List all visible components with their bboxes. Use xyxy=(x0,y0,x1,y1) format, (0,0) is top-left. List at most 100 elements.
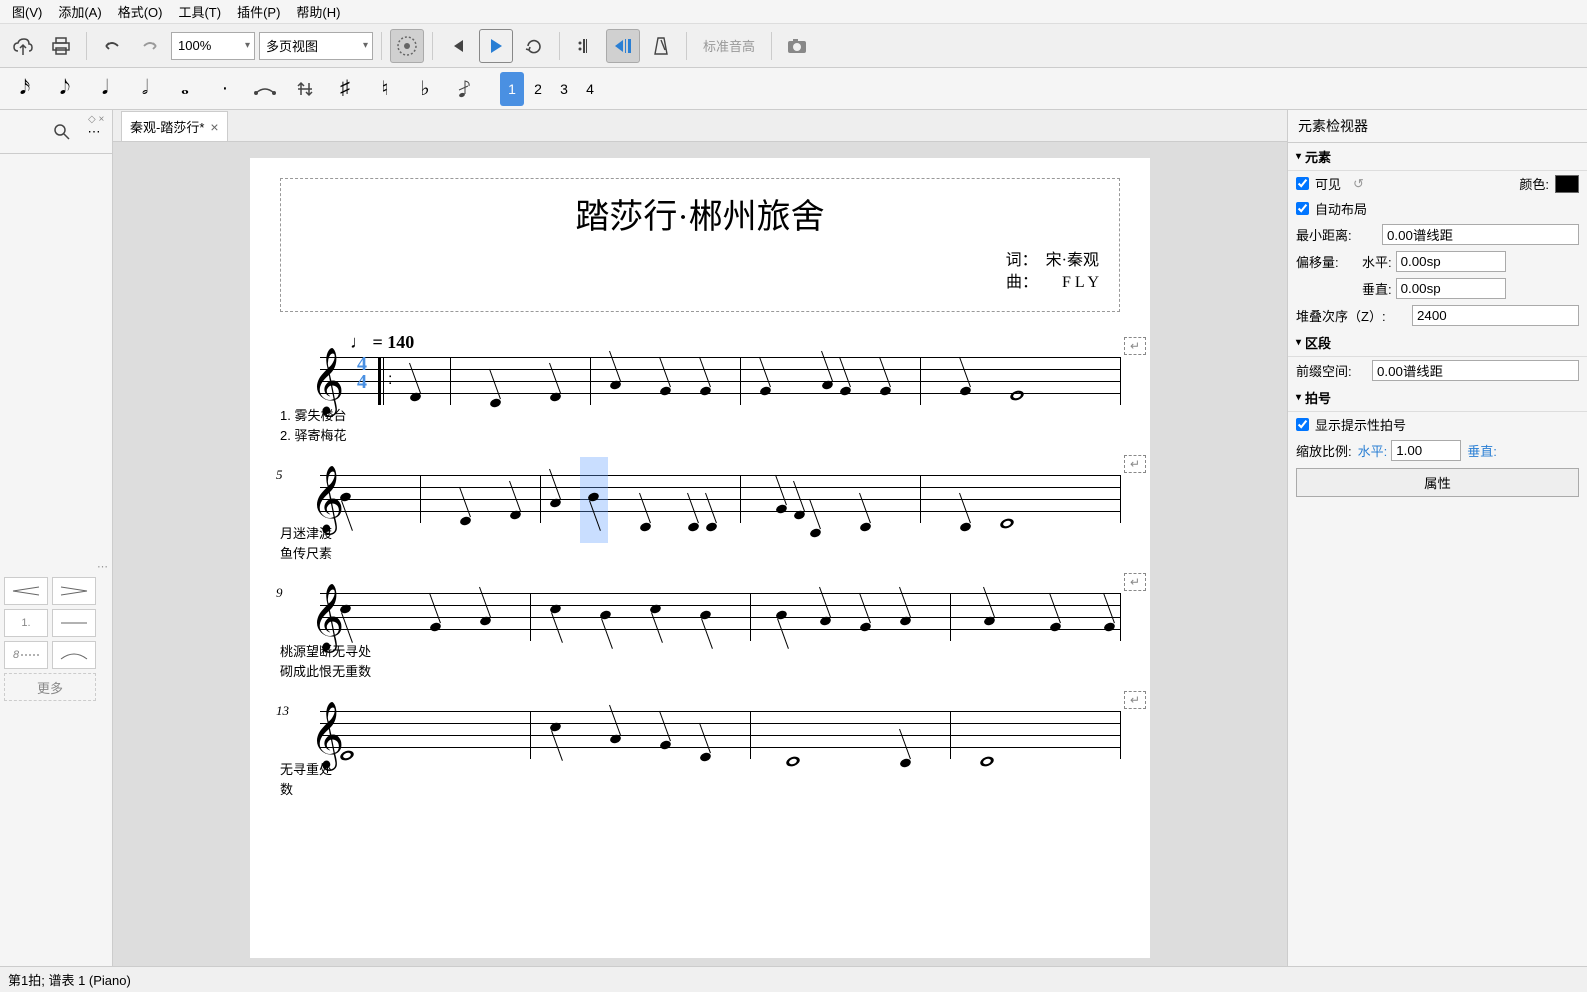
lyric-syllable[interactable]: 花 xyxy=(334,428,347,443)
menu-format[interactable]: 格式(O) xyxy=(110,0,171,23)
lyric-syllable[interactable]: 无 xyxy=(332,664,345,679)
lyric-syllable[interactable]: 1. 雾 xyxy=(280,408,307,423)
play-button[interactable] xyxy=(479,29,513,63)
lyric-syllable[interactable]: 失 xyxy=(307,408,320,423)
lyric-syllable[interactable]: 重 xyxy=(345,664,358,679)
lyric-syllable[interactable]: 恨 xyxy=(319,664,332,679)
flat-icon[interactable]: ♭ xyxy=(406,72,444,106)
lyric-syllable[interactable]: 无 xyxy=(332,644,345,659)
section-element[interactable]: 元素 xyxy=(1288,143,1587,171)
lyric-syllable[interactable]: 月 xyxy=(280,526,293,541)
flip-icon[interactable] xyxy=(286,72,324,106)
half-note-icon[interactable]: 𝅗𝅥 xyxy=(126,72,164,106)
lyric-syllable[interactable]: 台 xyxy=(334,408,347,423)
reset-icon[interactable]: ↺ xyxy=(1353,176,1364,192)
staff-system-1[interactable]: ↵ 𝄞 44 : xyxy=(280,357,1120,445)
lyric-syllable[interactable]: 砌 xyxy=(280,664,293,679)
menu-add[interactable]: 添加(A) xyxy=(50,0,109,23)
lyric-syllable[interactable]: 梅 xyxy=(320,428,333,443)
lyric-syllable[interactable]: 处 xyxy=(358,644,371,659)
staff-system-2[interactable]: 5 ↵ 𝄞 xyxy=(280,475,1120,563)
lyric-syllable[interactable]: 无 xyxy=(280,762,293,777)
autolayout-checkbox[interactable] xyxy=(1296,202,1309,215)
palette-menu-icon[interactable]: ⋯ xyxy=(4,560,108,573)
palette-line[interactable] xyxy=(52,609,96,637)
close-tab-icon[interactable]: × xyxy=(210,119,218,135)
lyric-syllable[interactable]: 渡 xyxy=(319,526,332,541)
offset-h-input[interactable] xyxy=(1396,251,1506,272)
score-title[interactable]: 踏莎行·郴州旅舍 xyxy=(301,189,1099,238)
lyric-syllable[interactable]: 寄 xyxy=(307,428,320,443)
lyric-syllable[interactable]: 桃 xyxy=(280,644,293,659)
lyric-syllable[interactable]: 楼 xyxy=(320,408,333,423)
view-mode-combo[interactable]: 多页视图 xyxy=(259,32,373,60)
lyric-syllable[interactable]: 数 xyxy=(358,664,371,679)
system-break-icon[interactable]: ↵ xyxy=(1124,691,1146,709)
sixteenth-note-icon[interactable]: 𝅘𝅥𝅯 xyxy=(6,72,44,106)
staff-system-4[interactable]: 13 ↵ 𝄞 xyxy=(280,711,1120,799)
natural-icon[interactable]: ♮ xyxy=(366,72,404,106)
staff-system-3[interactable]: 9 ↵ 𝄞 xyxy=(280,593,1120,681)
menu-help[interactable]: 帮助(H) xyxy=(288,0,348,23)
lyric-syllable[interactable]: 断 xyxy=(319,644,332,659)
tempo-marking[interactable]: ♩ = 140 xyxy=(350,332,1120,353)
eighth-note-icon[interactable]: 𝅘𝅥𝅮 xyxy=(46,72,84,106)
lyric-syllable[interactable]: 迷 xyxy=(293,526,306,541)
lyric-syllable[interactable]: 寻 xyxy=(293,762,306,777)
lyric-syllable[interactable]: 津 xyxy=(306,526,319,541)
voice-2-button[interactable]: 2 xyxy=(526,72,550,106)
undo-icon[interactable] xyxy=(95,29,129,63)
system-break-icon[interactable]: ↵ xyxy=(1124,573,1146,591)
leading-input[interactable] xyxy=(1372,360,1579,381)
menu-tools[interactable]: 工具(T) xyxy=(170,0,229,23)
lyric-syllable[interactable]: 尺 xyxy=(306,546,319,561)
rewind-icon[interactable] xyxy=(441,29,475,63)
section-timesig[interactable]: 拍号 xyxy=(1288,384,1587,412)
lyric-syllable[interactable]: 源 xyxy=(293,644,306,659)
scale-h-input[interactable] xyxy=(1391,440,1461,461)
palette-8va[interactable]: 8 xyxy=(4,641,48,669)
quarter-note-icon[interactable]: 𝅘𝅥 xyxy=(86,72,124,106)
repeat-start-icon[interactable] xyxy=(568,29,602,63)
palette-dim[interactable] xyxy=(52,577,96,605)
courtesy-checkbox[interactable] xyxy=(1296,418,1309,431)
dot-icon[interactable]: · xyxy=(206,72,244,106)
menu-plugins[interactable]: 插件(P) xyxy=(229,0,288,23)
document-tab[interactable]: 秦观-踏莎行* × xyxy=(121,111,228,141)
min-distance-input[interactable] xyxy=(1382,224,1579,245)
lyric-syllable[interactable]: 寻 xyxy=(345,644,358,659)
lyric-syllable[interactable]: 数 xyxy=(280,782,293,797)
voice-1-button[interactable]: 1 xyxy=(500,72,524,106)
whole-note-icon[interactable]: 𝅝 xyxy=(166,72,204,106)
voice-4-button[interactable]: 4 xyxy=(578,72,602,106)
lyric-syllable[interactable]: 重 xyxy=(306,762,319,777)
lyric-syllable[interactable]: 望 xyxy=(306,644,319,659)
menu-view[interactable]: 图(V) xyxy=(4,0,50,23)
panel-controls[interactable]: ◇ × xyxy=(88,114,104,125)
zoom-combo[interactable]: 100% xyxy=(171,32,255,60)
lyric-syllable[interactable]: 此 xyxy=(306,664,319,679)
palette-cresc[interactable] xyxy=(4,577,48,605)
score-page[interactable]: 踏莎行·郴州旅舍 词： 宋·秦观 曲： F L Y ♩ = 140 ↵ 𝄞 44 xyxy=(250,158,1150,958)
properties-button[interactable]: 属性 xyxy=(1296,468,1579,497)
mixer-icon[interactable] xyxy=(390,29,424,63)
search-icon[interactable] xyxy=(48,118,76,146)
lyric-syllable[interactable]: 鱼 xyxy=(280,546,293,561)
sharp-icon[interactable]: ♯ xyxy=(326,72,364,106)
zorder-input[interactable] xyxy=(1412,305,1579,326)
redo-icon[interactable] xyxy=(133,29,167,63)
time-signature[interactable]: 44 xyxy=(354,355,370,391)
palette-slur[interactable] xyxy=(52,641,96,669)
loop-icon[interactable] xyxy=(517,29,551,63)
lyric-syllable[interactable]: 素 xyxy=(319,546,332,561)
tie-icon[interactable] xyxy=(246,72,284,106)
section-segment[interactable]: 区段 xyxy=(1288,329,1587,357)
camera-icon[interactable] xyxy=(780,29,814,63)
print-icon[interactable] xyxy=(44,29,78,63)
lyric-syllable[interactable]: 传 xyxy=(293,546,306,561)
offset-v-input[interactable] xyxy=(1396,278,1506,299)
color-swatch[interactable] xyxy=(1555,175,1579,193)
cloud-icon[interactable] xyxy=(6,29,40,63)
palette-volta[interactable]: 1. xyxy=(4,609,48,637)
palette-more-button[interactable]: 更多 xyxy=(4,673,96,701)
